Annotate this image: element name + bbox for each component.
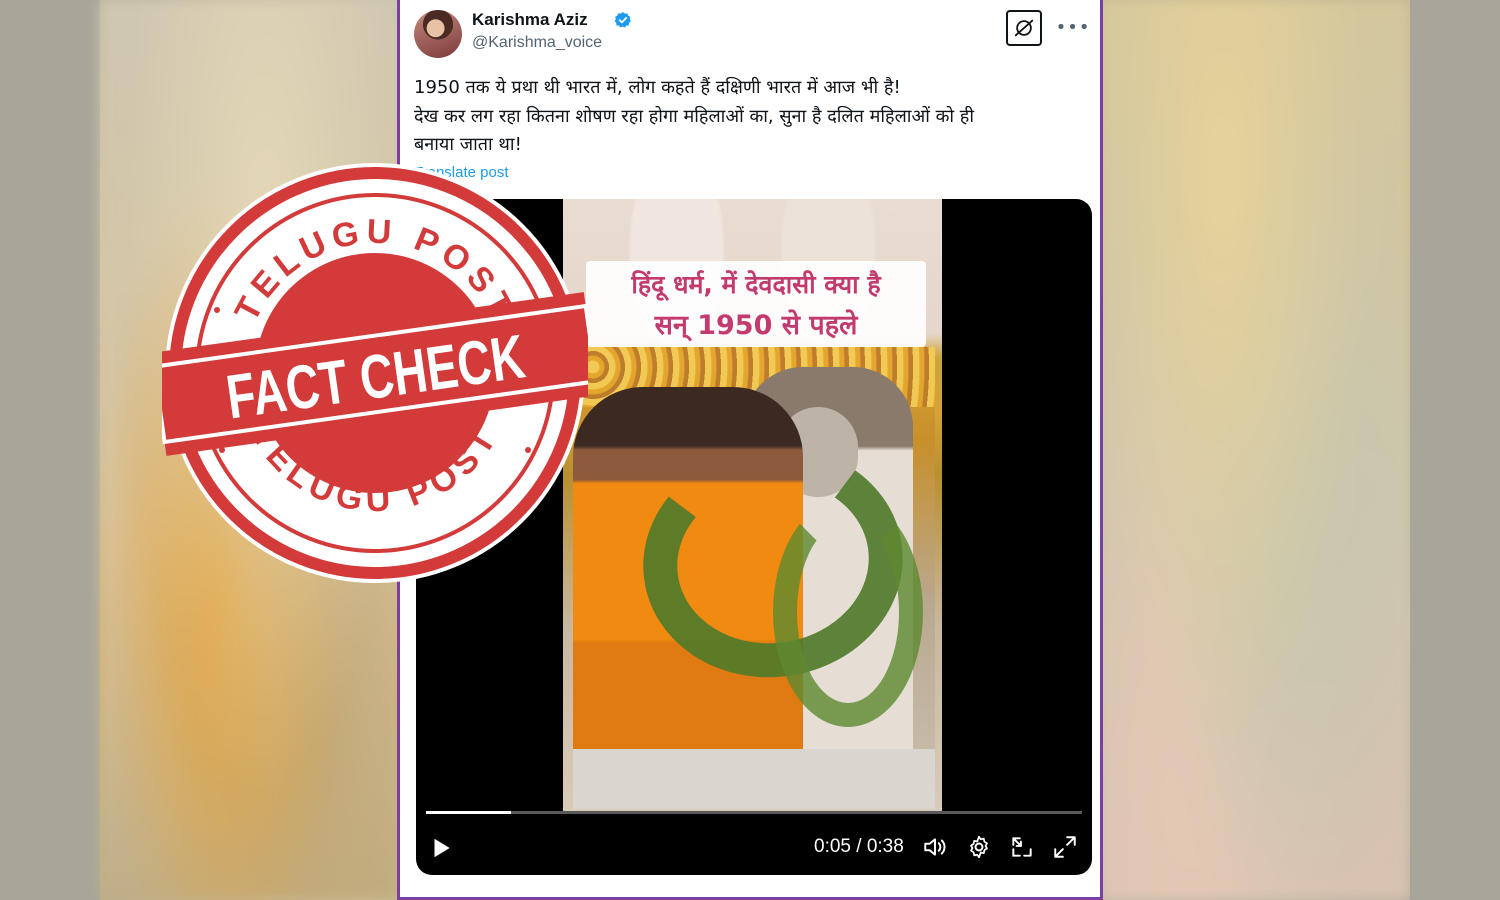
video-caption: हिंदू धर्म, में देवदासी क्या है सन् 1950… bbox=[586, 261, 926, 347]
author-handle[interactable]: @Karishma_voice bbox=[472, 34, 602, 52]
minimize-icon[interactable] bbox=[1009, 834, 1035, 860]
background-edge-left bbox=[0, 0, 100, 900]
video-scene bbox=[573, 347, 935, 809]
grok-button[interactable] bbox=[1006, 10, 1042, 46]
fact-check-stamp: TELUGU POST TELUGU POST FACT CHECK bbox=[162, 163, 588, 583]
volume-icon[interactable] bbox=[922, 834, 948, 860]
tweet-text-line-3: बनाया जाता था! bbox=[414, 134, 522, 155]
video-progress-fill bbox=[426, 811, 512, 814]
video-caption-line-2: सन् 1950 से पहले bbox=[654, 310, 858, 341]
video-caption-line-1: हिंदू धर्म, में देवदासी क्या है bbox=[631, 270, 881, 299]
settings-icon[interactable] bbox=[966, 834, 992, 860]
video-controls: 0:05 / 0:38 bbox=[416, 819, 1092, 875]
tweet-text: 1950 तक ये प्रथा थी भारत में, लोग कहते ह… bbox=[414, 74, 1084, 160]
tweet-header: Karishma Aziz @Karishma_voice ••• bbox=[414, 8, 1090, 58]
play-icon[interactable] bbox=[428, 835, 454, 861]
author-name[interactable]: Karishma Aziz bbox=[472, 10, 588, 30]
video-progress-bar[interactable] bbox=[426, 811, 1082, 814]
avatar[interactable] bbox=[414, 10, 462, 58]
background-blur-right bbox=[1100, 0, 1410, 900]
more-button[interactable]: ••• bbox=[1056, 12, 1090, 42]
fullscreen-icon[interactable] bbox=[1052, 834, 1078, 860]
verified-badge-icon bbox=[614, 12, 631, 28]
background-edge-right bbox=[1410, 0, 1500, 900]
grok-icon bbox=[1014, 19, 1034, 37]
tweet-text-line-2: देख कर लग रहा कितना शोषण रहा होगा महिलाओ… bbox=[414, 105, 974, 127]
tweet-text-line-1: 1950 तक ये प्रथा थी भारत में, लोग कहते ह… bbox=[414, 77, 901, 98]
video-time: 0:05 / 0:38 bbox=[814, 836, 904, 857]
more-icon: ••• bbox=[1055, 16, 1091, 38]
